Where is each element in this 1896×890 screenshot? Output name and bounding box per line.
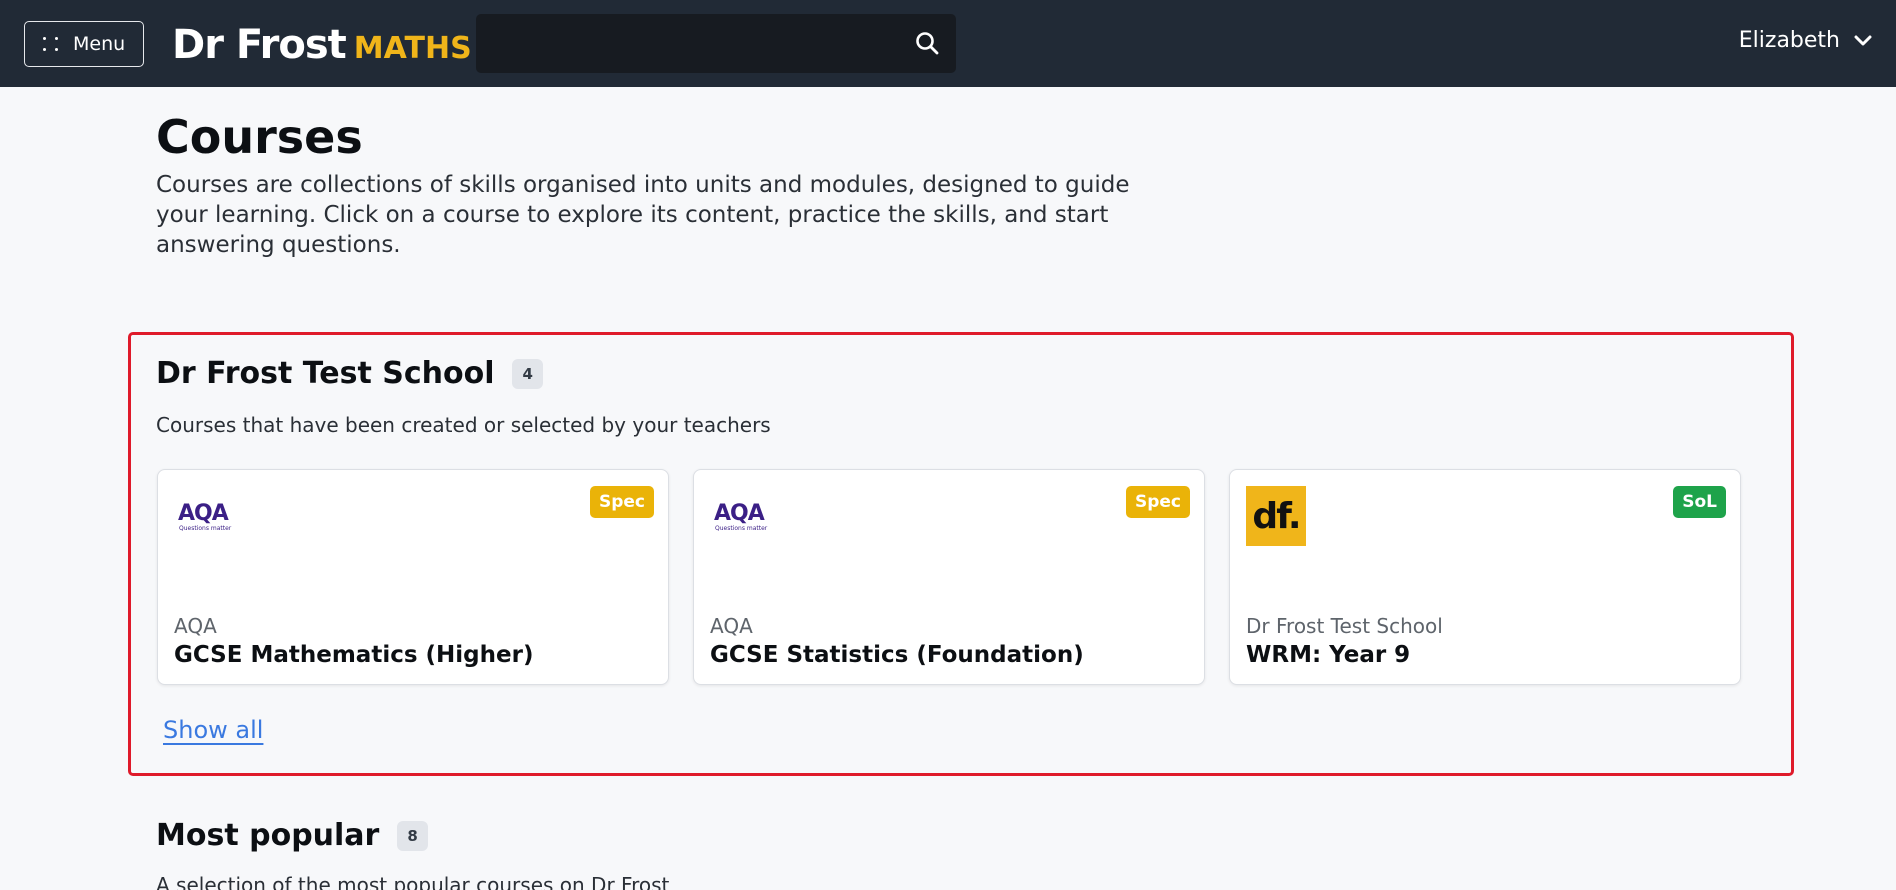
course-card[interactable]: df. SoL Dr Frost Test School WRM: Year 9: [1229, 469, 1741, 685]
course-card[interactable]: AQA Questions matter Spec AQA GCSE Stati…: [693, 469, 1205, 685]
course-card[interactable]: AQA Questions matter Spec AQA GCSE Mathe…: [157, 469, 669, 685]
search-input[interactable]: [476, 14, 956, 73]
course-provider: AQA: [174, 614, 217, 638]
spec-badge: Spec: [1125, 486, 1190, 518]
user-name: Elizabeth: [1738, 28, 1840, 53]
menu-dots-icon: [43, 37, 59, 51]
popular-section-title: Most popular 8: [156, 818, 428, 853]
top-navbar: Menu Dr Frost MATHS Elizabeth: [0, 0, 1896, 87]
page-description: Courses are collections of skills organi…: [156, 172, 1130, 258]
school-section-title: Dr Frost Test School 4: [156, 356, 543, 391]
page-title: Courses: [156, 110, 363, 164]
spec-badge: Spec: [589, 486, 654, 518]
svg-text:Questions matter: Questions matter: [715, 525, 768, 532]
popular-course-count-badge: 8: [397, 820, 428, 851]
svg-text:Questions matter: Questions matter: [179, 525, 232, 532]
search-icon[interactable]: [914, 30, 940, 56]
course-name: WRM: Year 9: [1246, 642, 1411, 668]
course-provider: Dr Frost Test School: [1246, 614, 1443, 638]
school-course-count-badge: 4: [512, 358, 543, 389]
user-menu[interactable]: Elizabeth: [1739, 28, 1872, 53]
school-section-subtitle: Courses that have been created or select…: [156, 413, 771, 437]
svg-text:AQA: AQA: [178, 501, 229, 526]
popular-section-heading: Most popular: [156, 818, 380, 853]
chevron-down-icon: [1854, 35, 1872, 45]
aqa-logo: AQA Questions matter: [714, 501, 768, 532]
logo-main-text: Dr Frost: [172, 22, 347, 68]
sol-badge: SoL: [1673, 486, 1726, 518]
show-all-link[interactable]: Show all: [163, 716, 263, 744]
menu-button[interactable]: Menu: [24, 21, 144, 67]
menu-button-label: Menu: [73, 33, 126, 55]
popular-section-subtitle: A selection of the most popular courses …: [156, 873, 670, 890]
course-name: GCSE Statistics (Foundation): [710, 642, 1084, 668]
course-name: GCSE Mathematics (Higher): [174, 642, 534, 668]
aqa-logo: AQA Questions matter: [178, 501, 232, 532]
school-section-heading: Dr Frost Test School: [156, 356, 495, 391]
course-provider: AQA: [710, 614, 753, 638]
df-logo: df.: [1246, 486, 1306, 546]
site-logo[interactable]: Dr Frost MATHS: [172, 22, 472, 68]
logo-sub-text: MATHS: [353, 31, 472, 66]
svg-text:AQA: AQA: [714, 501, 765, 526]
